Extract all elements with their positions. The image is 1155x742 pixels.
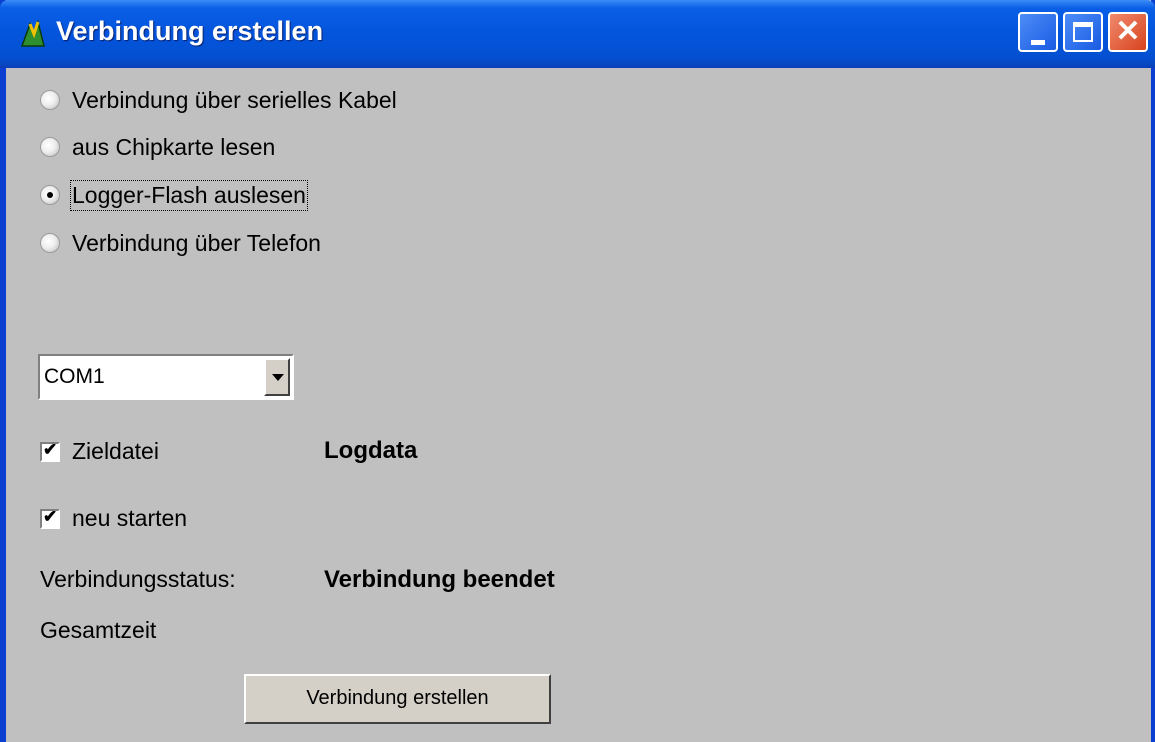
maximize-button[interactable] (1063, 12, 1103, 52)
target-file-label: Zieldatei (72, 438, 159, 464)
radio-chip-card[interactable]: aus Chipkarte lesen (40, 130, 275, 164)
port-value: COM1 (44, 365, 105, 388)
chevron-down-icon (272, 374, 284, 381)
check-icon: ✔ (43, 506, 58, 526)
close-button[interactable]: ✕ (1108, 12, 1148, 52)
radio-label: Verbindung über Telefon (72, 229, 321, 256)
target-file-value: Logdata (324, 437, 418, 464)
radio-label: Verbindung über serielles Kabel (72, 86, 397, 113)
status-value: Verbindung beendet (324, 566, 555, 593)
port-select[interactable]: COM1 (38, 354, 294, 400)
radio-telephone[interactable]: Verbindung über Telefon (40, 226, 321, 260)
radio-serial-cable[interactable]: Verbindung über serielles Kabel (40, 83, 397, 117)
restart-checkbox-row[interactable]: ✔ neu starten (40, 505, 187, 532)
radio-label: aus Chipkarte lesen (72, 133, 276, 160)
minimize-icon (1031, 40, 1045, 45)
radio-label: Logger-Flash auslesen (70, 179, 308, 211)
restart-label: neu starten (72, 505, 188, 531)
dialog-window: Verbindung erstellen ✕ Verbindung über s… (0, 0, 1155, 742)
target-file-checkbox[interactable]: ✔ (40, 439, 60, 462)
radio-button[interactable] (40, 90, 60, 110)
radio-button[interactable] (40, 185, 60, 205)
app-icon (20, 19, 45, 47)
radio-button[interactable] (40, 137, 60, 157)
check-icon: ✔ (43, 439, 58, 459)
target-file-checkbox-row[interactable]: ✔ Zieldatei (40, 438, 159, 465)
radio-button[interactable] (40, 233, 60, 253)
restart-checkbox[interactable]: ✔ (40, 506, 60, 529)
minimize-button[interactable] (1018, 12, 1058, 52)
status-label: Verbindungsstatus: (40, 566, 236, 592)
total-time-label: Gesamtzeit (40, 617, 157, 643)
connect-button[interactable]: Verbindung erstellen (244, 674, 551, 724)
dropdown-button[interactable] (264, 358, 290, 396)
title-bar[interactable]: Verbindung erstellen ✕ (0, 0, 1155, 68)
window-title: Verbindung erstellen (56, 16, 324, 46)
radio-logger-flash[interactable]: Logger-Flash auslesen (40, 178, 308, 212)
maximize-icon (1073, 22, 1093, 42)
close-icon: ✕ (1115, 15, 1141, 48)
